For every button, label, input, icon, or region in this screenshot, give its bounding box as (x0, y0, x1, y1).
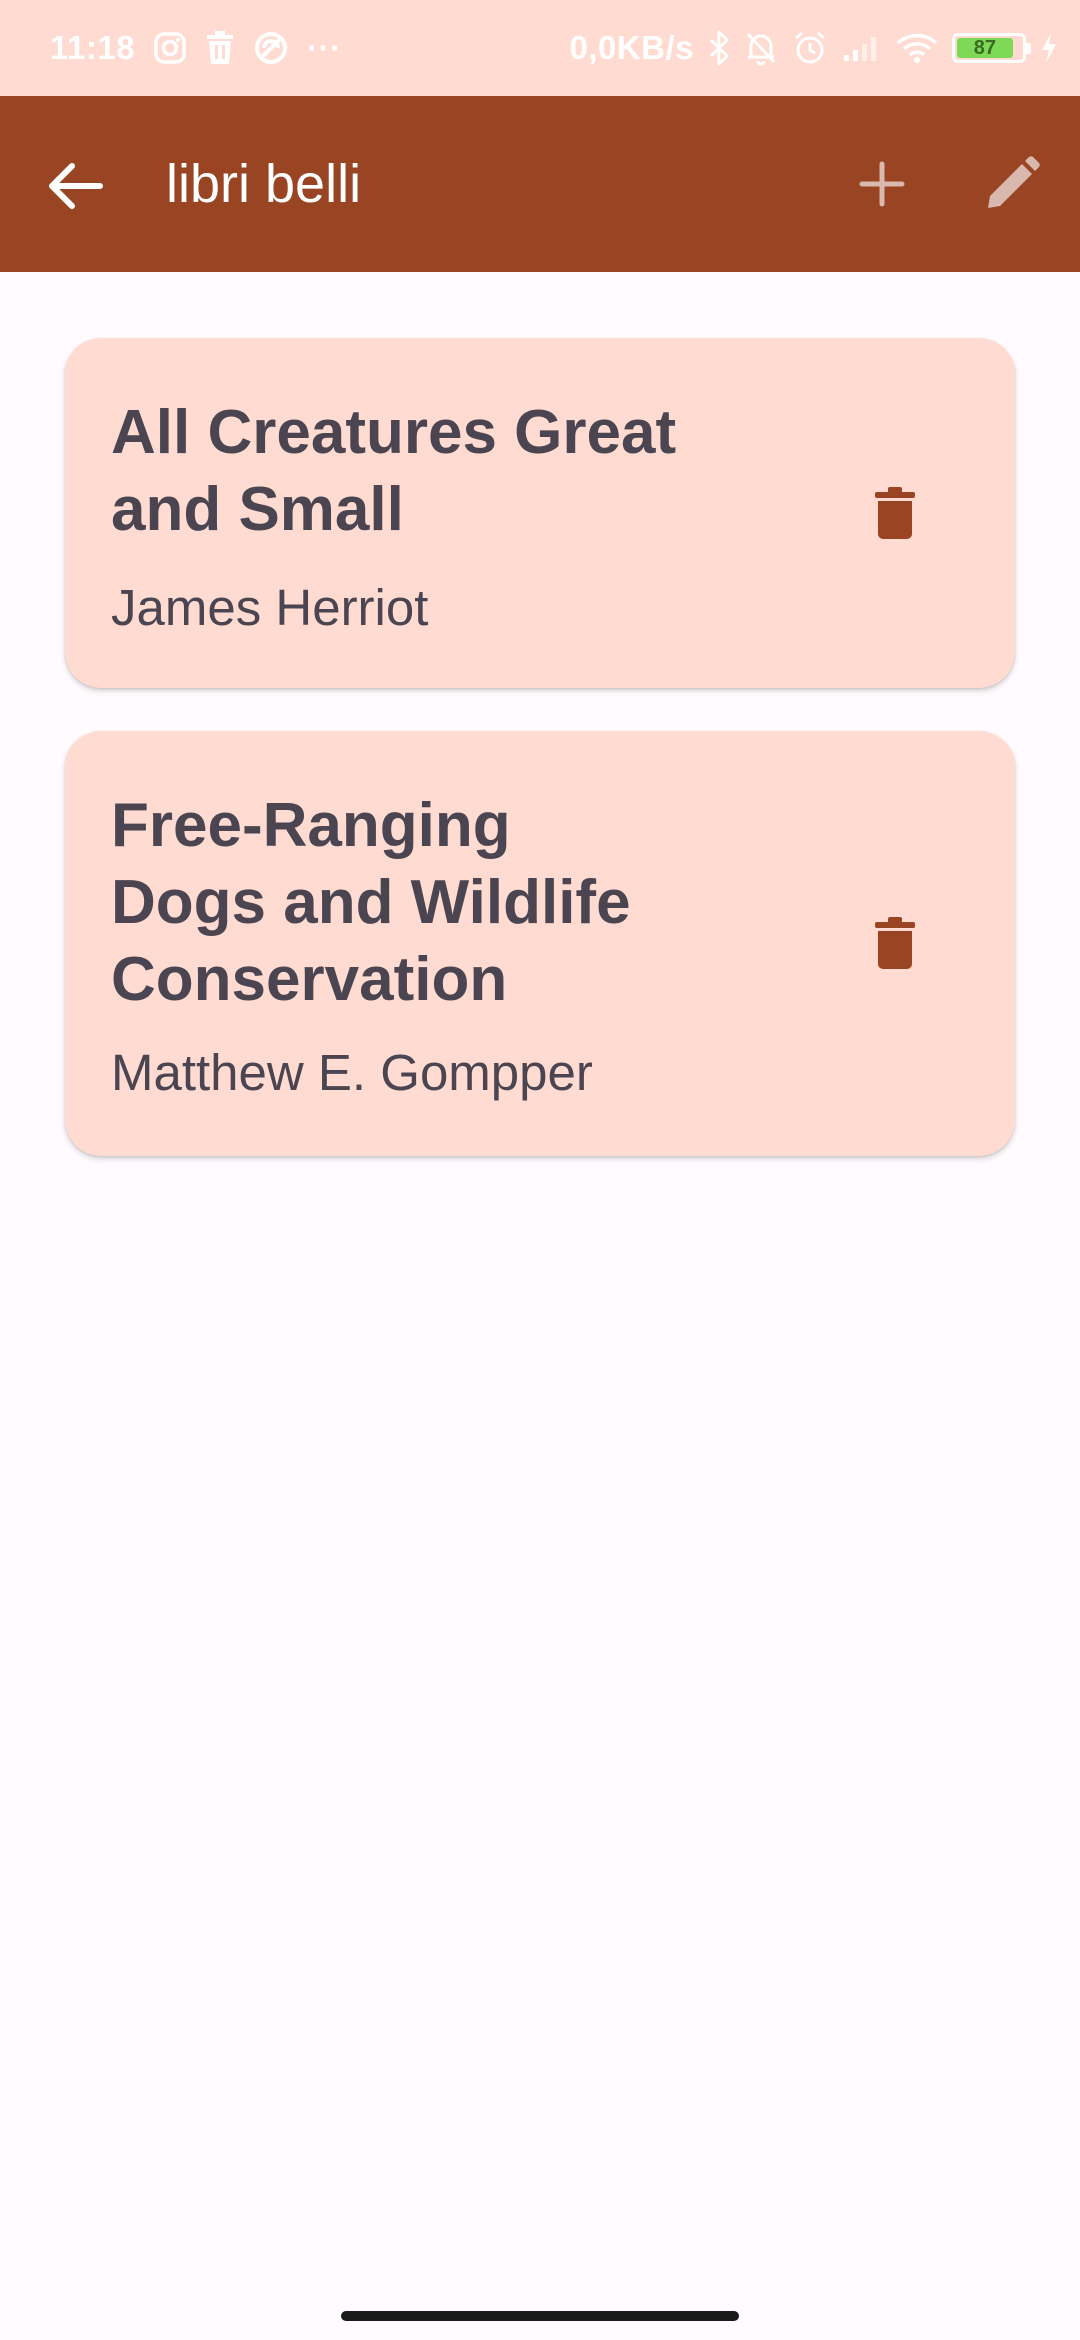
signal-icon (842, 33, 882, 63)
book-title: Free-Ranging Dogs and Wildlife Conservat… (111, 791, 631, 1014)
book-card[interactable]: All Creatures Great and Small James Herr… (65, 338, 1015, 688)
top-app-bar: libri belli (0, 96, 1080, 272)
book-title: All Creatures Great and Small (111, 398, 677, 544)
instagram-icon (153, 31, 187, 65)
charging-icon (1040, 32, 1058, 64)
page-title: libri belli (166, 154, 362, 214)
alarm-icon (792, 30, 828, 66)
trash-icon (875, 917, 915, 969)
bell-off-icon (744, 30, 778, 66)
battery-nub (1026, 43, 1031, 54)
arrow-back-icon (49, 163, 103, 209)
status-bar-left: 11:18 ··· (50, 0, 342, 96)
trash-notification-icon (205, 31, 235, 65)
trash-icon (875, 487, 915, 539)
bluetooth-icon (708, 30, 730, 66)
network-speed: 0,0KB/s (569, 29, 694, 66)
delete-book-button[interactable] (855, 473, 935, 553)
status-time: 11:18 (50, 29, 136, 66)
status-bar: 11:18 ··· 0,0KB/s 87 (0, 0, 1080, 96)
battery-level: 87 (957, 37, 1013, 59)
delete-book-button[interactable] (855, 903, 935, 983)
book-card[interactable]: Free-Ranging Dogs and Wildlife Conservat… (65, 731, 1015, 1156)
plus-icon (859, 161, 905, 207)
wifi-icon (896, 32, 938, 64)
app-notification-icon (253, 30, 289, 66)
status-bar-right: 0,0KB/s 87 (569, 0, 1058, 96)
edit-list-button[interactable] (972, 144, 1052, 224)
home-indicator[interactable] (341, 2311, 739, 2321)
battery-icon: 87 (952, 33, 1031, 63)
more-notifications-icon: ··· (307, 29, 342, 66)
add-book-button[interactable] (842, 144, 922, 224)
back-button[interactable] (36, 146, 116, 226)
pencil-icon (988, 156, 1040, 208)
book-author: Matthew E. Gompper (111, 1044, 593, 1101)
book-author: James Herriot (111, 579, 429, 636)
